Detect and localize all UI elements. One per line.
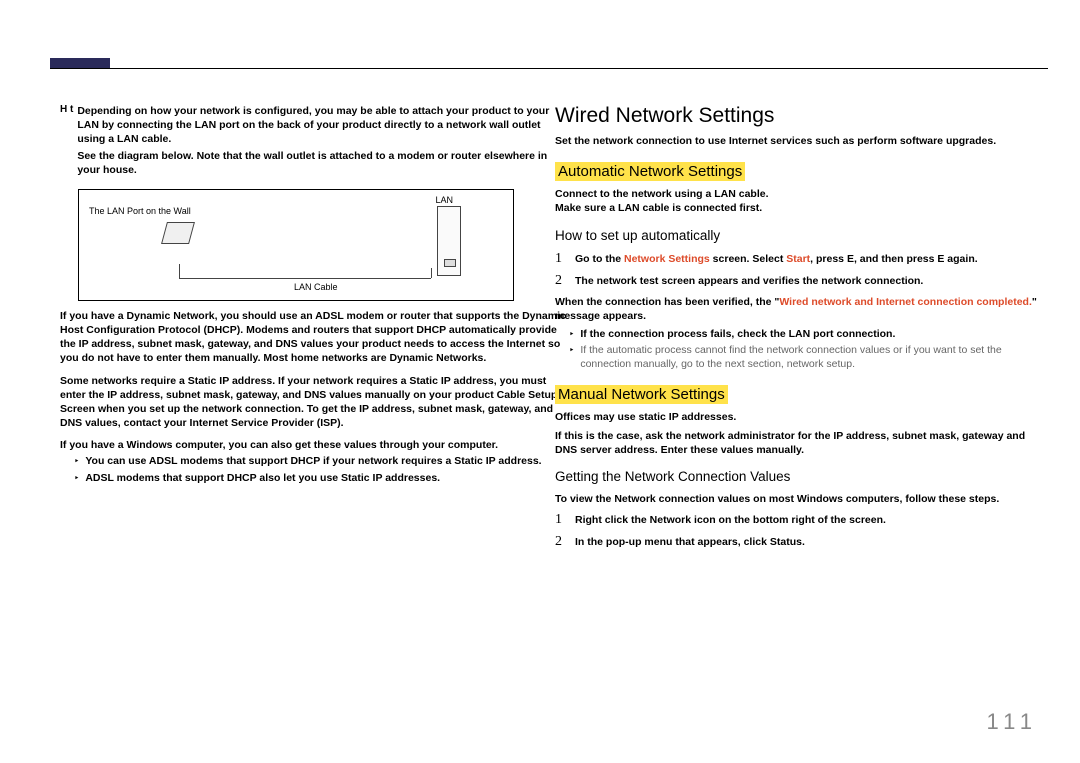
header-divider	[50, 68, 1048, 69]
paragraph-view: To view the Network connection values on…	[555, 492, 1040, 506]
step-auto-2: 2 The network test screen appears and ve…	[555, 273, 1040, 289]
diagram-label-wall: The LAN Port on the Wall	[89, 206, 191, 216]
bullet-1: You can use ADSL modems that support DHC…	[60, 454, 568, 468]
paragraph-verify: When the connection has been verified, t…	[555, 295, 1040, 323]
device-icon	[437, 206, 461, 276]
step-val-1: 1 Right click the Network icon on the bo…	[555, 512, 1040, 528]
step-number: 2	[555, 273, 575, 289]
bullet-2: ADSL modems that support DHCP also let y…	[60, 471, 568, 485]
page-number: 111	[987, 709, 1038, 735]
wall-port-icon	[161, 222, 195, 244]
paragraph-static: Some networks require a Static IP addres…	[60, 374, 568, 431]
heading-automatic: Automatic Network Settings	[555, 162, 745, 181]
sub-bullet-1: If the connection process fails, check t…	[555, 327, 1040, 341]
heading-getting-values: Getting the Network Connection Values	[555, 469, 1040, 484]
step-text: Right click the Network icon on the bott…	[575, 513, 886, 527]
paragraph-set: Set the network connection to use Intern…	[555, 134, 1040, 148]
paragraph-offices: Offices may use static IP addresses.	[555, 410, 1040, 424]
note-block: H t Depending on how your network is con…	[60, 104, 568, 177]
left-column: H t Depending on how your network is con…	[60, 104, 568, 485]
step-number: 1	[555, 512, 575, 528]
paragraph-windows: If you have a Windows computer, you can …	[60, 438, 568, 452]
step-number: 2	[555, 534, 575, 550]
heading-wired: Wired Network Settings	[555, 104, 1040, 128]
step-text: In the pop-up menu that appears, click S…	[575, 535, 805, 549]
step-number: 1	[555, 251, 575, 267]
paragraph-makesure: Make sure a LAN cable is connected first…	[555, 201, 1040, 215]
diagram-label-cable: LAN Cable	[294, 282, 338, 292]
note-paragraph-1: Depending on how your network is configu…	[77, 104, 568, 147]
note-paragraph-2: See the diagram below. Note that the wal…	[77, 149, 568, 177]
heading-manual: Manual Network Settings	[555, 385, 728, 404]
heading-howto-auto: How to set up automatically	[555, 228, 1040, 243]
step-text: Go to the Network Settings screen. Selec…	[575, 252, 978, 266]
note-mark: H t	[60, 104, 73, 115]
step-text: The network test screen appears and veri…	[575, 274, 923, 288]
right-column: Wired Network Settings Set the network c…	[555, 104, 1040, 550]
step-auto-1: 1 Go to the Network Settings screen. Sel…	[555, 251, 1040, 267]
paragraph-ask: If this is the case, ask the network adm…	[555, 429, 1040, 457]
paragraph-connect: Connect to the network using a LAN cable…	[555, 187, 1040, 201]
lan-diagram: LAN The LAN Port on the Wall LAN Cable	[78, 189, 514, 301]
paragraph-dynamic: If you have a Dynamic Network, you shoul…	[60, 309, 568, 366]
header-tab	[50, 58, 110, 68]
step-val-2: 2 In the pop-up menu that appears, click…	[555, 534, 1040, 550]
sub-bullet-2: If the automatic process cannot find the…	[555, 343, 1040, 371]
diagram-label-lan: LAN	[435, 195, 453, 205]
